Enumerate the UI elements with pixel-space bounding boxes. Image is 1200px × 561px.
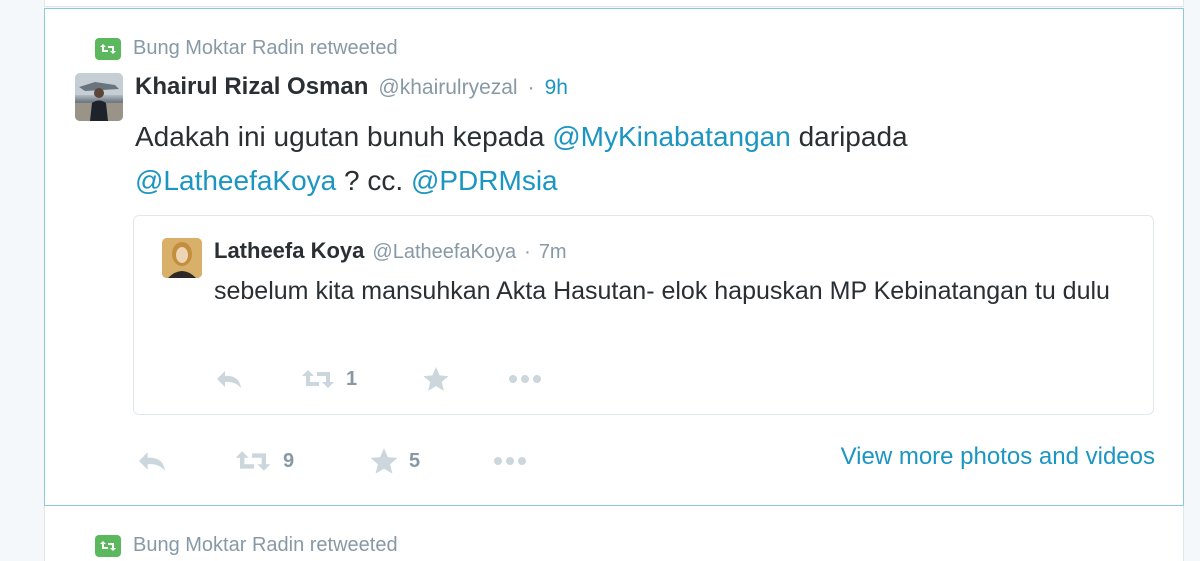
more-button[interactable] [491,456,529,466]
quoted-author-fullname[interactable]: Latheefa Koya [214,238,364,264]
avatar[interactable] [75,73,123,121]
favorite-button[interactable]: 5 [369,447,491,475]
previous-tweet-card-bottom [44,0,1184,7]
tweet-header: Khairul Rizal Osman @khairulryezal · 9h [135,73,568,101]
mention-link[interactable]: @LatheefaKoya [135,165,336,196]
retweet-icon [235,451,271,471]
more-icon [494,457,526,465]
tweet-text-part: ? cc. [336,165,411,196]
tweet-card[interactable]: Bung Moktar Radin retweeted Khairul Riza… [44,8,1184,506]
retweet-count: 9 [283,449,295,472]
retweet-icon [95,534,121,557]
tweet-text-part: Adakah ini ugutan bunuh kepada [135,121,553,152]
reply-icon [138,452,166,471]
reply-button[interactable] [135,449,233,473]
quoted-avatar[interactable] [162,238,202,278]
quoted-tweet-text: sebelum kita mansuhkan Akta Hasutan- elo… [214,277,1110,305]
tweet-text: Adakah ini ugutan bunuh kepada @MyKinaba… [135,115,1035,203]
quoted-retweet-button[interactable]: 1 [300,367,422,391]
mention-link[interactable]: @PDRMsia [411,165,558,196]
author-fullname[interactable]: Khairul Rizal Osman [135,73,368,101]
star-icon [423,367,449,391]
retweet-icon [302,370,334,388]
quoted-actions: 1 [214,366,542,392]
retweet-context: Bung Moktar Radin retweeted [95,37,398,60]
author-username[interactable]: @khairulryezal [378,76,517,100]
quoted-tweet[interactable]: Latheefa Koya @LatheefaKoya · 7m sebelum… [133,215,1154,415]
next-tweet-card[interactable]: Bung Moktar Radin retweeted [44,506,1184,561]
next-retweet-context: Bung Moktar Radin retweeted [95,534,398,557]
retweet-context-label[interactable]: Bung Moktar Radin retweeted [133,37,398,60]
quoted-favorite-button[interactable] [422,366,508,392]
favorite-count: 5 [409,449,421,472]
view-more-media-link[interactable]: View more photos and videos [841,443,1155,471]
tweet-timestamp[interactable]: 9h [545,76,568,100]
retweet-icon [95,37,121,60]
reply-icon [217,371,241,388]
tweet-actions: 9 5 [135,447,529,475]
previous-tweet-edge [0,0,1200,8]
quoted-timestamp[interactable]: 7m [539,241,567,264]
quoted-header: Latheefa Koya @LatheefaKoya · 7m [214,238,567,264]
star-icon [370,448,398,474]
quoted-reply-button[interactable] [214,368,300,390]
more-icon [509,375,541,383]
next-retweet-context-label[interactable]: Bung Moktar Radin retweeted [133,534,398,557]
quoted-author-username[interactable]: @LatheefaKoya [372,241,516,264]
quoted-header-separator: · [524,241,531,263]
retweet-button[interactable]: 9 [233,448,369,474]
quoted-more-button[interactable] [508,374,542,384]
timeline: Bung Moktar Radin retweeted Khairul Riza… [0,0,1200,561]
tweet-text-part: daripada [790,121,908,152]
quoted-retweet-count: 1 [346,367,358,390]
header-separator: · [527,76,535,99]
mention-link[interactable]: @MyKinabatangan [552,121,791,152]
